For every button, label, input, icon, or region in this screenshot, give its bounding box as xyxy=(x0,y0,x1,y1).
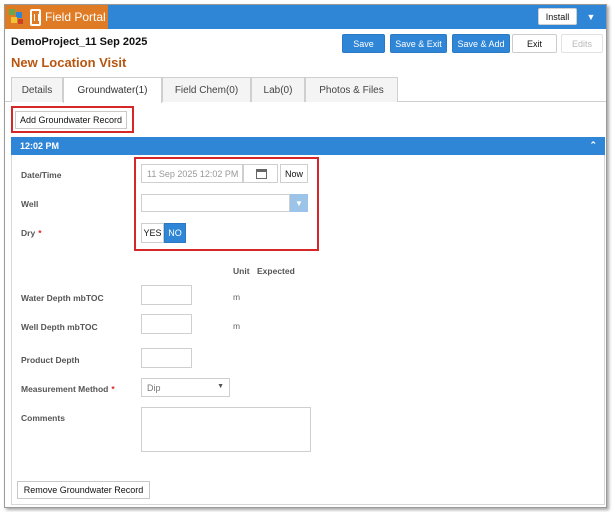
tab-groundwater[interactable]: Groundwater(1) xyxy=(63,77,162,103)
unit-column-header: Unit xyxy=(233,266,250,276)
groundwater-panel: Add Groundwater Record 12:02 PM ⌃ Date/T… xyxy=(5,102,606,507)
top-bar: Field Portal Install ▼ xyxy=(5,5,606,29)
comments-label: Comments xyxy=(21,413,65,423)
tab-details[interactable]: Details xyxy=(11,77,63,102)
highlight-box-add-record xyxy=(11,106,134,133)
expected-column-header: Expected xyxy=(257,266,295,276)
well-label: Well xyxy=(21,199,39,209)
measurement-method-select[interactable]: Dip ▼ xyxy=(141,378,230,397)
measurement-method-label: Measurement Method * xyxy=(21,384,115,394)
datetime-label: Date/Time xyxy=(21,170,62,180)
save-button[interactable]: Save xyxy=(342,34,385,53)
tab-photos-files[interactable]: Photos & Files xyxy=(305,77,398,102)
measurement-method-value: Dip xyxy=(147,382,161,393)
caret-down-icon[interactable]: ▼ xyxy=(582,9,600,25)
app-title: Field Portal xyxy=(45,10,106,24)
water-depth-label: Water Depth mbTOC xyxy=(21,293,104,303)
tab-lab[interactable]: Lab(0) xyxy=(251,77,305,102)
water-depth-unit: m xyxy=(233,292,241,302)
save-exit-button[interactable]: Save & Exit xyxy=(390,34,447,53)
tab-field-chem[interactable]: Field Chem(0) xyxy=(162,77,251,102)
chevron-up-icon[interactable]: ⌃ xyxy=(589,140,597,151)
well-depth-unit: m xyxy=(233,321,241,331)
project-name: DemoProject_11 Sep 2025 xyxy=(11,36,148,48)
app-window: Field Portal Install ▼ DemoProject_11 Se… xyxy=(4,4,607,508)
app-logo-icon xyxy=(9,9,25,25)
edits-button: Edits xyxy=(561,34,603,53)
record-body: Date/Time 11 Sep 2025 12:02 PM Now Well … xyxy=(11,155,605,505)
save-add-button[interactable]: Save & Add xyxy=(452,34,510,53)
install-button[interactable]: Install xyxy=(538,8,577,25)
water-depth-input[interactable] xyxy=(141,285,192,305)
mobile-phone-icon xyxy=(30,8,41,26)
highlight-box-fields xyxy=(134,157,319,251)
product-depth-input[interactable] xyxy=(141,348,192,368)
well-depth-label: Well Depth mbTOC xyxy=(21,322,98,332)
remove-groundwater-record-button[interactable]: Remove Groundwater Record xyxy=(17,481,150,499)
comments-textarea[interactable] xyxy=(141,407,311,452)
record-header[interactable]: 12:02 PM ⌃ xyxy=(11,137,605,155)
product-depth-label: Product Depth xyxy=(21,355,80,365)
tab-bar: Details Groundwater(1) Field Chem(0) Lab… xyxy=(5,77,606,103)
well-depth-input[interactable] xyxy=(141,314,192,334)
page-title: New Location Visit xyxy=(11,55,127,70)
chevron-down-icon: ▼ xyxy=(217,383,224,390)
exit-button[interactable]: Exit xyxy=(512,34,557,53)
brand[interactable]: Field Portal xyxy=(5,5,108,29)
record-title: 12:02 PM xyxy=(20,141,60,151)
dry-label: Dry * xyxy=(21,228,42,238)
